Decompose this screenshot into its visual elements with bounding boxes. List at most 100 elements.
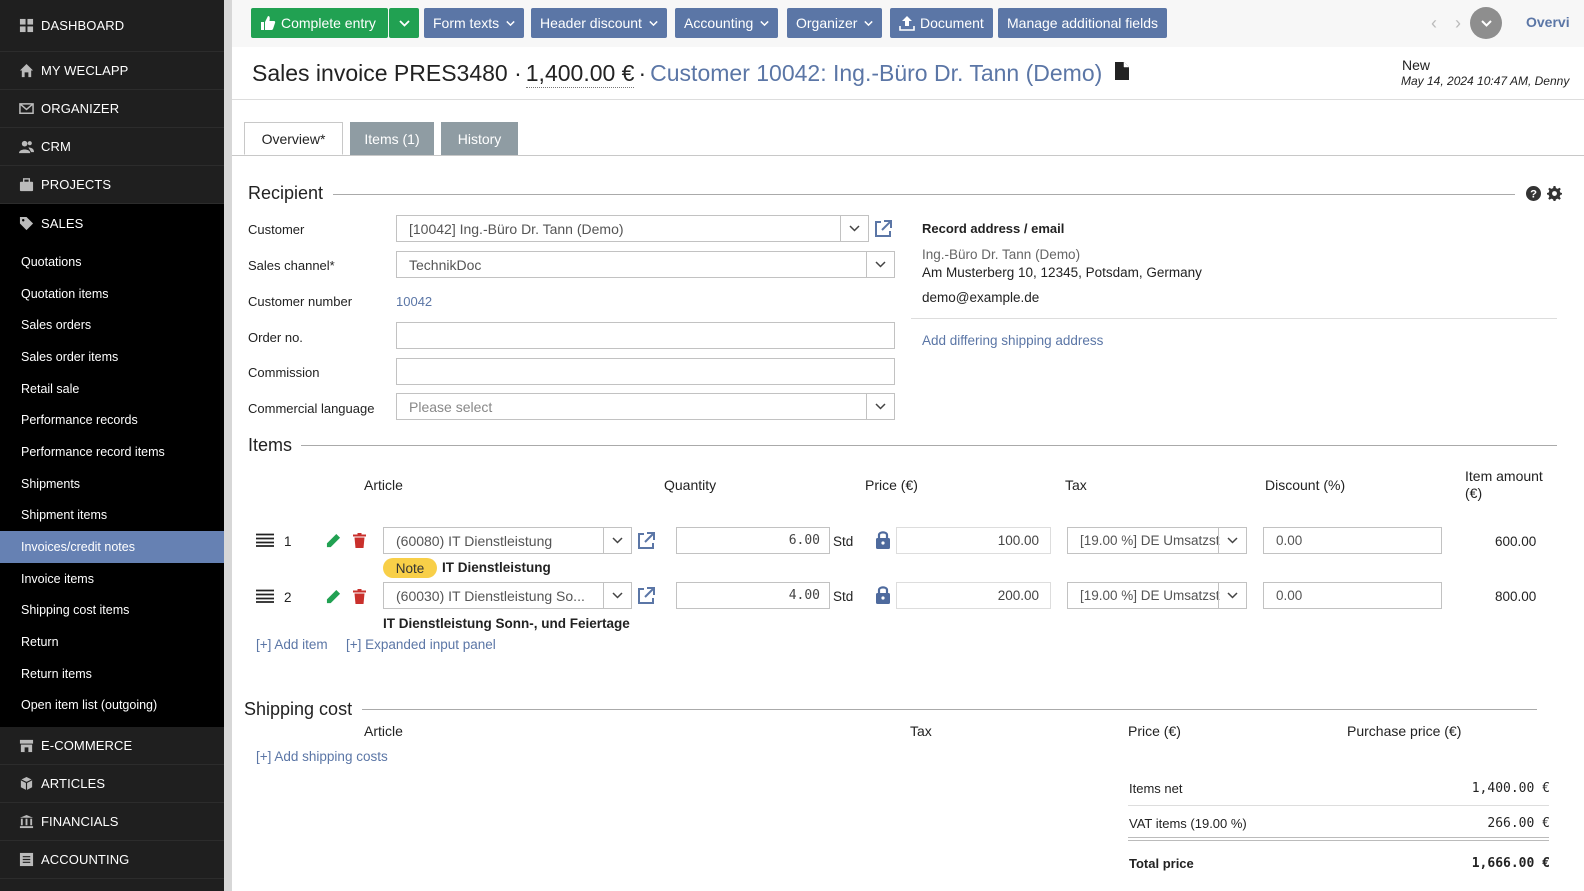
- expanded-input-panel-link[interactable]: [+] Expanded input panel: [346, 637, 496, 652]
- sidebar-item-organizer[interactable]: ORGANIZER: [0, 90, 224, 128]
- article-dropdown-toggle[interactable]: [603, 583, 631, 608]
- sidebar-subitem-quotations[interactable]: Quotations: [0, 246, 224, 278]
- open-external-icon[interactable]: [636, 531, 656, 551]
- sidebar-item-projects[interactable]: PROJECTS: [0, 166, 224, 204]
- manage-additional-fields-button[interactable]: Manage additional fields: [998, 8, 1167, 38]
- next-record-icon[interactable]: ›: [1447, 12, 1469, 34]
- tax-dropdown-toggle[interactable]: [1218, 583, 1246, 608]
- column-item-amount-line1: Item amount: [1465, 468, 1543, 484]
- article-value: (60030) IT Dienstleistung So...: [396, 587, 585, 604]
- sidebar-subitem-performance-records[interactable]: Performance records: [0, 404, 224, 436]
- price-input[interactable]: 200.00: [896, 582, 1051, 609]
- sidebar-subitem-sales-orders[interactable]: Sales orders: [0, 309, 224, 341]
- sidebar-subitem-performance-record-items[interactable]: Performance record items: [0, 436, 224, 468]
- pencil-icon[interactable]: [326, 589, 341, 604]
- add-shipping-costs-link[interactable]: [+] Add shipping costs: [256, 749, 388, 764]
- sidebar-item-dashboard[interactable]: DASHBOARD: [0, 0, 224, 52]
- overview-link[interactable]: Overvi: [1526, 14, 1570, 30]
- discount-input[interactable]: 0.00: [1263, 582, 1442, 609]
- sidebar-item-my-weclapp[interactable]: MY WECLAPP: [0, 52, 224, 90]
- previous-record-icon[interactable]: ‹: [1423, 12, 1445, 34]
- article-select[interactable]: (60080) IT Dienstleistung: [383, 527, 632, 554]
- sidebar-item-accounting[interactable]: ACCOUNTING: [0, 841, 224, 880]
- tab-overview[interactable]: Overview*: [244, 122, 343, 155]
- tax-dropdown-toggle[interactable]: [1218, 528, 1246, 553]
- chevron-down-icon: [875, 261, 886, 268]
- sales-channel-value: TechnikDoc: [409, 256, 482, 273]
- article-select[interactable]: (60030) IT Dienstleistung So...: [383, 582, 632, 609]
- trash-icon[interactable]: [353, 533, 366, 548]
- column-discount: Discount (%): [1265, 477, 1346, 493]
- sidebar-label: PROJECTS: [41, 177, 112, 192]
- sidebar-item-e-commerce[interactable]: E-COMMERCE: [0, 727, 224, 766]
- add-item-link[interactable]: [+] Add item: [256, 637, 328, 652]
- article-dropdown-toggle[interactable]: [603, 528, 631, 553]
- open-external-icon[interactable]: [636, 586, 656, 606]
- status-date: May 14, 2024 10:47 AM, Denny: [1401, 74, 1570, 88]
- column-article: Article: [364, 477, 403, 493]
- sales-channel-dropdown-toggle[interactable]: [866, 252, 894, 277]
- sidebar-item-crm[interactable]: CRM: [0, 128, 224, 166]
- trash-icon[interactable]: [353, 589, 366, 604]
- add-shipping-address-link[interactable]: Add differing shipping address: [922, 333, 1103, 348]
- complete-entry-dropdown-button[interactable]: [389, 8, 419, 38]
- document-button[interactable]: Document: [890, 8, 993, 38]
- price-input[interactable]: 100.00: [896, 527, 1051, 554]
- sidebar-subitem-shipping-cost-items[interactable]: Shipping cost items: [0, 595, 224, 627]
- totals-divider: [1128, 837, 1549, 838]
- sidebar-subitem-sales-order-items[interactable]: Sales order items: [0, 341, 224, 373]
- drag-handle-icon[interactable]: [256, 589, 274, 603]
- lock-icon[interactable]: [875, 530, 891, 550]
- note-badge[interactable]: Note: [383, 558, 437, 578]
- invoice-amount[interactable]: 1,400.00 €: [525, 60, 635, 88]
- discount-input[interactable]: 0.00: [1263, 527, 1442, 554]
- sidebar-subitem-shipment-items[interactable]: Shipment items: [0, 500, 224, 532]
- commercial-language-dropdown-toggle[interactable]: [866, 394, 894, 419]
- customer-dropdown-toggle[interactable]: [840, 216, 868, 241]
- sidebar-subitem-return[interactable]: Return: [0, 626, 224, 658]
- sidebar-item-financials[interactable]: FINANCIALS: [0, 803, 224, 842]
- quantity-input[interactable]: 6.00: [676, 527, 830, 554]
- chevron-down-icon: [1480, 19, 1492, 27]
- sales-submenu: Quotations Quotation items Sales orders …: [0, 242, 224, 728]
- sidebar-subitem-retail-sale[interactable]: Retail sale: [0, 373, 224, 405]
- lock-icon[interactable]: [875, 585, 891, 605]
- tax-select[interactable]: [19.00 %] DE Umsatzst: [1067, 582, 1247, 609]
- sidebar-subitem-open-item-list[interactable]: Open item list (outgoing): [0, 690, 224, 722]
- drag-handle-icon[interactable]: [256, 533, 274, 547]
- sales-channel-select[interactable]: TechnikDoc: [396, 251, 895, 278]
- customer-number-link[interactable]: 10042: [396, 294, 432, 309]
- sidebar-subitem-return-items[interactable]: Return items: [0, 658, 224, 690]
- order-no-input[interactable]: [396, 322, 895, 349]
- accounting-button[interactable]: Accounting: [675, 8, 779, 38]
- organizer-button[interactable]: Organizer: [787, 8, 883, 38]
- customer-link[interactable]: Customer 10042: Ing.-Büro Dr. Tann (Demo…: [650, 60, 1102, 87]
- tax-select[interactable]: [19.00 %] DE Umsatzst: [1067, 527, 1247, 554]
- tab-history[interactable]: History: [441, 122, 518, 155]
- document-icon[interactable]: [1114, 61, 1130, 81]
- sidebar-subitem-invoice-items[interactable]: Invoice items: [0, 563, 224, 595]
- sidebar-item-articles[interactable]: ARTICLES: [0, 765, 224, 804]
- commercial-language-select[interactable]: Please select: [396, 393, 895, 420]
- sidebar-subitem-shipments[interactable]: Shipments: [0, 468, 224, 500]
- status-label: New: [1401, 57, 1430, 73]
- pencil-icon[interactable]: [326, 533, 341, 548]
- sidebar-subitem-quotation-items[interactable]: Quotation items: [0, 278, 224, 310]
- customer-select[interactable]: [10042] Ing.-Büro Dr. Tann (Demo): [396, 215, 869, 242]
- open-external-icon[interactable]: [873, 219, 893, 239]
- sidebar-item-sales[interactable]: SALES: [0, 204, 224, 242]
- header-discount-button[interactable]: Header discount: [531, 8, 667, 38]
- gear-icon[interactable]: [1547, 186, 1562, 201]
- tab-items[interactable]: Items (1): [350, 122, 434, 155]
- sidebar-scrollbar[interactable]: [224, 0, 232, 891]
- chevron-down-icon: [612, 592, 623, 599]
- help-icon[interactable]: ?: [1526, 186, 1541, 201]
- commission-label: Commission: [248, 365, 320, 380]
- sidebar-subitem-invoices-credit-notes[interactable]: Invoices/credit notes: [0, 531, 224, 563]
- more-actions-button[interactable]: [1470, 7, 1502, 39]
- bank-icon: [18, 814, 34, 830]
- quantity-input[interactable]: 4.00: [676, 582, 830, 609]
- complete-entry-button[interactable]: Complete entry: [251, 8, 388, 38]
- commission-input[interactable]: [396, 358, 895, 385]
- form-texts-button[interactable]: Form texts: [424, 8, 525, 38]
